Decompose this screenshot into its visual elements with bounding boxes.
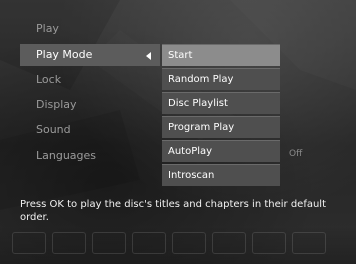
decorative-tile: [52, 232, 86, 254]
submenu-item-program-play[interactable]: Program Play: [162, 116, 280, 138]
decorative-tile: [132, 232, 166, 254]
menu-item-lock[interactable]: Lock: [20, 69, 160, 91]
submenu-item-start[interactable]: Start: [162, 44, 280, 66]
left-arrow-icon: [146, 52, 151, 60]
decorative-tile: [172, 232, 206, 254]
menu-item-play[interactable]: Play: [20, 18, 160, 40]
help-text: Press OK to play the disc's titles and c…: [20, 199, 327, 223]
dvd-menu-screen: Play Play Mode Lock Display Sound Langua…: [0, 0, 356, 264]
menu-item-sound[interactable]: Sound: [20, 119, 160, 141]
menu-item-languages[interactable]: Languages: [20, 145, 160, 167]
play-mode-submenu: Start Random Play Disc Playlist Program …: [162, 44, 280, 188]
decorative-tile: [212, 232, 246, 254]
menu-item-display[interactable]: Display: [20, 94, 160, 116]
decorative-tile: [252, 232, 286, 254]
bottom-decorative-strip: [0, 226, 356, 264]
submenu-item-autoplay[interactable]: AutoPlay: [162, 140, 280, 162]
submenu-item-disc-playlist[interactable]: Disc Playlist: [162, 92, 280, 114]
decorative-tile: [12, 232, 46, 254]
decorative-tile: [292, 232, 326, 254]
decorative-tile: [92, 232, 126, 254]
submenu-item-introscan[interactable]: Introscan: [162, 164, 280, 186]
autoplay-value: Off: [289, 149, 303, 159]
submenu-item-random-play[interactable]: Random Play: [162, 68, 280, 90]
menu-item-play-mode[interactable]: Play Mode: [20, 44, 160, 66]
